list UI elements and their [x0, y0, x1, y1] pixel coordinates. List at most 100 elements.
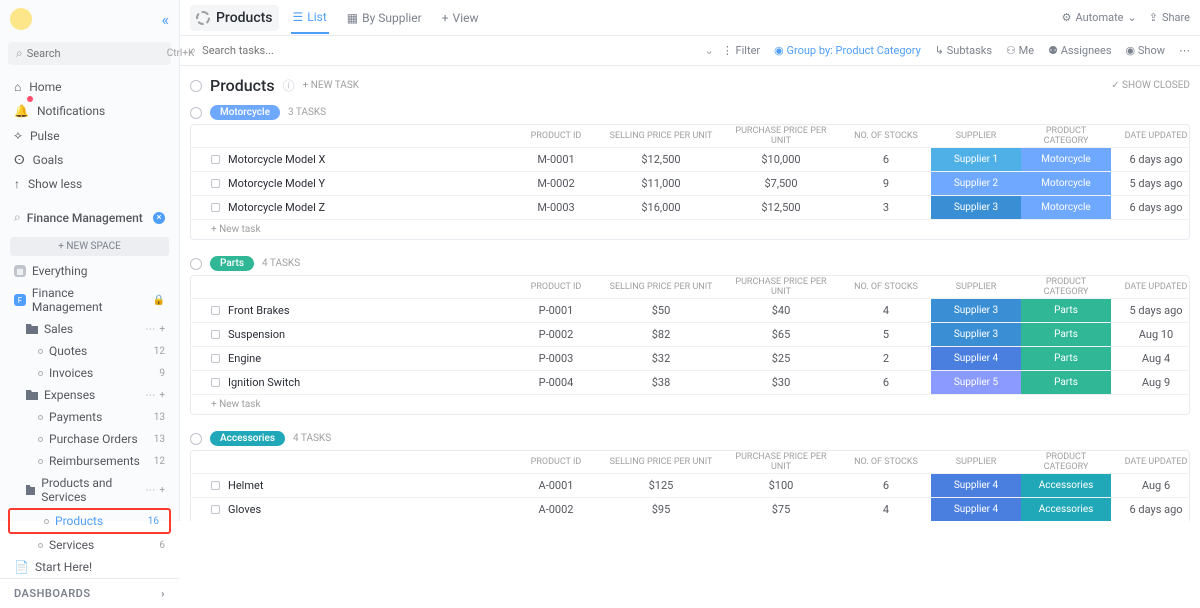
cell-supplier[interactable]: Supplier 4 — [931, 347, 1021, 370]
collapse-icon[interactable] — [190, 258, 202, 270]
dashboards-section[interactable]: DASHBOARDS› — [0, 578, 179, 608]
cell-category[interactable]: Motorcycle — [1021, 196, 1111, 219]
status-icon[interactable] — [211, 378, 220, 387]
table-row[interactable]: Motorcycle Model Y M-0002 $11,000 $7,500… — [191, 171, 1189, 195]
assignees-button[interactable]: ⚉ Assignees — [1048, 44, 1111, 57]
show-button[interactable]: ◉ Show — [1126, 44, 1165, 57]
cell-supplier[interactable]: Supplier 3 — [931, 323, 1021, 346]
chevron-down-icon[interactable]: ⌄ — [705, 44, 714, 57]
tab-add-view[interactable]: +View — [440, 2, 481, 34]
trophy-icon: ⵙ — [14, 153, 25, 167]
me-button[interactable]: ⚇ Me — [1006, 44, 1034, 57]
cell-category[interactable]: Motorcycle — [1021, 172, 1111, 195]
new-task-button[interactable]: + NEW TASK — [303, 80, 359, 91]
category-pill[interactable]: Motorcycle — [210, 105, 280, 120]
nav-showless[interactable]: ↑Show less — [0, 172, 179, 196]
nav-notifications[interactable]: 🔔Notifications — [0, 99, 179, 123]
collapse-sidebar-icon[interactable]: « — [161, 10, 169, 29]
more-icon[interactable]: ⋯ — [145, 324, 155, 335]
category-pill[interactable]: Accessories — [210, 431, 285, 446]
plus-icon[interactable]: + — [159, 485, 165, 496]
space-header[interactable]: ⌕Finance Management × — [0, 202, 179, 233]
nav-home[interactable]: ⌂Home — [0, 75, 179, 99]
list-invoices[interactable]: Invoices9 — [4, 362, 175, 384]
table-row[interactable]: Gloves A-0002 $95 $75 4 Supplier 4 Acces… — [191, 497, 1189, 521]
sidebar-search[interactable]: ⌕ Ctrl+K — [8, 42, 171, 65]
filter-button[interactable]: ⋮ Filter — [722, 44, 760, 57]
cell-category[interactable]: Accessories — [1021, 474, 1111, 497]
tab-by-supplier[interactable]: ▦By Supplier — [345, 2, 424, 34]
folder-sales[interactable]: Sales⋯+ — [4, 318, 175, 340]
tab-list[interactable]: ☰List — [291, 2, 329, 34]
nav-pulse[interactable]: ⟡Pulse — [0, 123, 179, 148]
cell-supplier[interactable]: Supplier 4 — [931, 474, 1021, 497]
sidebar-start-here[interactable]: 📄Start Here! — [4, 556, 175, 578]
status-icon[interactable] — [211, 354, 220, 363]
show-closed-toggle[interactable]: ✓ SHOW CLOSED — [1111, 80, 1190, 91]
status-icon[interactable] — [211, 203, 220, 212]
new-task-row[interactable]: + New task — [191, 394, 1189, 414]
page-title-chip[interactable]: Products — [190, 5, 279, 31]
cell-category[interactable]: Parts — [1021, 323, 1111, 346]
cell-category[interactable]: Parts — [1021, 347, 1111, 370]
groupby-button[interactable]: ◉ Group by: Product Category — [774, 44, 921, 57]
cell-pid: P-0004 — [511, 376, 601, 389]
more-icon[interactable]: ⋯ — [1179, 44, 1190, 57]
collapse-icon[interactable] — [190, 433, 202, 445]
task-search-input[interactable] — [202, 44, 704, 57]
sidebar-everything[interactable]: ▦Everything — [4, 260, 175, 282]
cell-sell: $16,000 — [601, 201, 721, 214]
cell-category[interactable]: Parts — [1021, 371, 1111, 394]
table-row[interactable]: Helmet A-0001 $125 $100 6 Supplier 4 Acc… — [191, 473, 1189, 497]
table-row[interactable]: Front Brakes P-0001 $50 $40 4 Supplier 3… — [191, 298, 1189, 322]
cell-category[interactable]: Motorcycle — [1021, 148, 1111, 171]
list-services[interactable]: Services6 — [4, 534, 175, 556]
cell-supplier[interactable]: Supplier 3 — [931, 196, 1021, 219]
nav-goals[interactable]: ⵙGoals — [0, 148, 179, 172]
cell-supplier[interactable]: Supplier 5 — [931, 371, 1021, 394]
search-input[interactable] — [27, 47, 167, 60]
folder-expenses[interactable]: Expenses⋯+ — [4, 384, 175, 406]
cell-supplier[interactable]: Supplier 3 — [931, 299, 1021, 322]
subtasks-button[interactable]: ↳ Subtasks — [935, 44, 992, 57]
plus-icon[interactable]: + — [159, 324, 165, 335]
status-icon[interactable] — [211, 505, 220, 514]
status-icon[interactable] — [211, 481, 220, 490]
more-icon[interactable]: ⋯ — [145, 390, 155, 401]
list-purchase-orders[interactable]: Purchase Orders13 — [4, 428, 175, 450]
table-row[interactable]: Motorcycle Model Z M-0003 $16,000 $12,50… — [191, 195, 1189, 219]
list-payments[interactable]: Payments13 — [4, 406, 175, 428]
share-button[interactable]: ⇪Share — [1149, 11, 1190, 24]
close-icon[interactable]: × — [153, 212, 165, 224]
status-icon[interactable] — [211, 155, 220, 164]
cell-supplier[interactable]: Supplier 1 — [931, 148, 1021, 171]
list-quotes[interactable]: Quotes12 — [4, 340, 175, 362]
plus-icon[interactable]: + — [159, 390, 165, 401]
more-icon[interactable]: ⋯ — [145, 485, 155, 496]
table-row[interactable]: Engine P-0003 $32 $25 2 Supplier 4 Parts… — [191, 346, 1189, 370]
workspace-avatar[interactable] — [10, 8, 32, 30]
doc-icon: 📄 — [14, 560, 29, 574]
sidebar-workspace[interactable]: FFinance Management🔒 — [4, 282, 175, 318]
folder-products-services[interactable]: Products and Services⋯+ — [4, 472, 175, 508]
automate-button[interactable]: ⚙Automate⌄ — [1062, 11, 1137, 24]
new-task-row[interactable]: + New task — [191, 219, 1189, 239]
new-space-button[interactable]: + NEW SPACE — [10, 237, 169, 256]
list-products[interactable]: Products16 — [10, 510, 169, 532]
status-icon[interactable] — [211, 306, 220, 315]
status-icon[interactable] — [211, 330, 220, 339]
collapse-icon[interactable] — [190, 107, 202, 119]
table-row[interactable]: Suspension P-0002 $82 $65 5 Supplier 3 P… — [191, 322, 1189, 346]
info-icon[interactable]: ⓘ — [283, 77, 295, 94]
cell-updated: 5 days ago — [1111, 304, 1190, 317]
list-reimbursements[interactable]: Reimbursements12 — [4, 450, 175, 472]
cell-category[interactable]: Accessories — [1021, 498, 1111, 521]
cell-supplier[interactable]: Supplier 4 — [931, 498, 1021, 521]
cell-supplier[interactable]: Supplier 2 — [931, 172, 1021, 195]
category-pill[interactable]: Parts — [210, 256, 254, 271]
table-row[interactable]: Motorcycle Model X M-0001 $12,500 $10,00… — [191, 147, 1189, 171]
status-icon[interactable] — [211, 179, 220, 188]
table-row[interactable]: Ignition Switch P-0004 $38 $30 6 Supplie… — [191, 370, 1189, 394]
cell-stocks: 6 — [841, 153, 931, 166]
cell-category[interactable]: Parts — [1021, 299, 1111, 322]
